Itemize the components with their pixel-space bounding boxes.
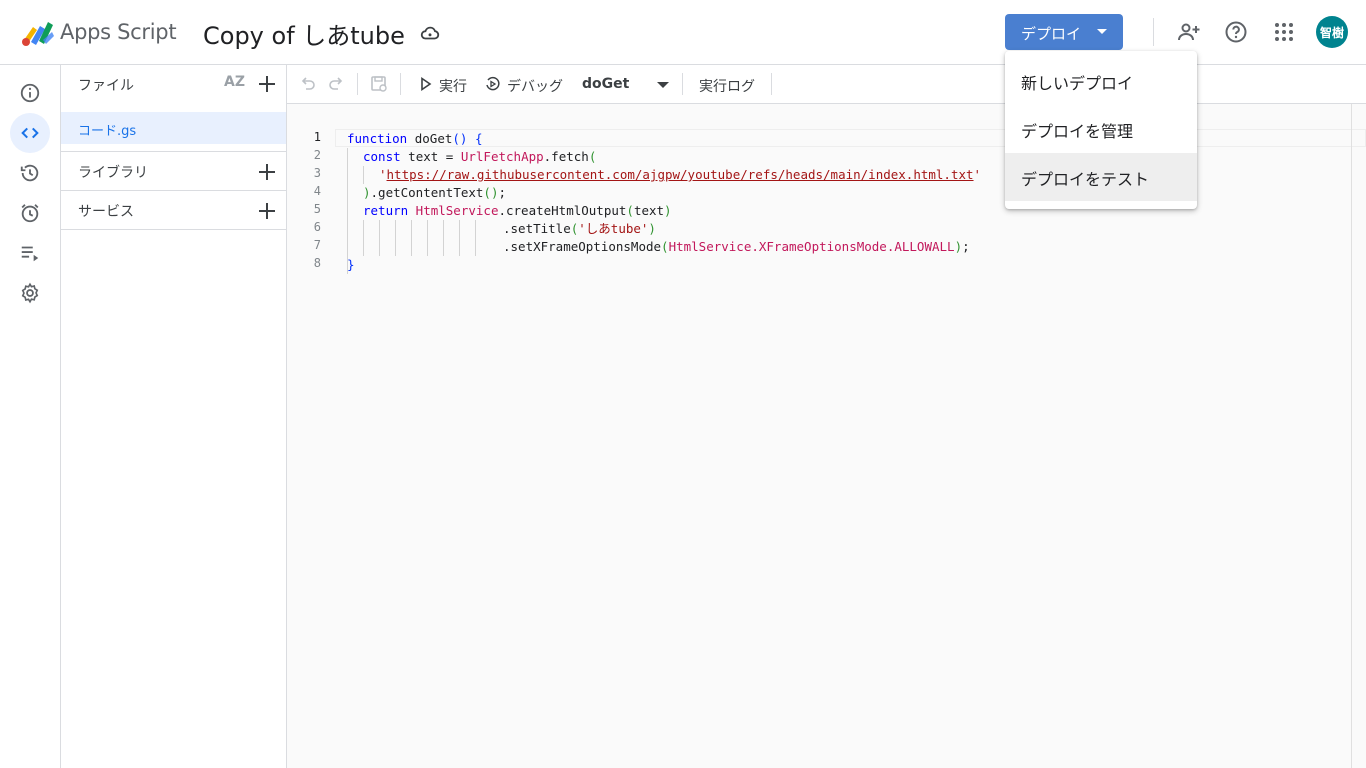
menu-item-label: 新しいデプロイ: [1021, 74, 1134, 93]
debug-button[interactable]: デバッグ: [507, 76, 563, 96]
toolbar-divider: [771, 73, 772, 95]
triggers-nav[interactable]: [10, 193, 50, 233]
avatar[interactable]: 智樹: [1316, 16, 1348, 48]
left-nav-rail: [0, 65, 61, 768]
code-line-5: return HtmlService.createHtmlOutput(text…: [363, 203, 672, 218]
code-line-1: function doGet() {: [347, 131, 483, 146]
indent-guide: [395, 220, 396, 256]
caret-down-icon: [1097, 29, 1107, 34]
debug-icon: [486, 76, 500, 91]
alarm-clock-icon: [21, 204, 39, 223]
overview-nav[interactable]: [10, 73, 50, 113]
settings-nav[interactable]: [10, 273, 50, 313]
code-line-2: const text = UrlFetchApp.fetch(: [363, 149, 597, 164]
indent-guide: [379, 220, 380, 256]
file-name: コード.gs: [78, 124, 137, 139]
menu-item-manage-deployments[interactable]: デプロイを管理: [1005, 105, 1197, 153]
indent-guide: [443, 220, 444, 256]
section-divider: [61, 229, 286, 230]
execution-log-button[interactable]: 実行ログ: [699, 76, 755, 96]
libraries-label: ライブラリ: [78, 165, 148, 181]
code-editor[interactable]: 1 2 3 4 5 6 7 8 function doGet() { const…: [287, 104, 1366, 768]
indent-guide: [475, 220, 476, 256]
url-link: https://raw.githubusercontent.com/ajgpw/…: [386, 167, 974, 182]
app-name[interactable]: Apps Script: [60, 20, 177, 44]
history-icon: [20, 164, 39, 182]
help-icon[interactable]: [1224, 20, 1248, 44]
menu-item-label: デプロイを管理: [1021, 122, 1134, 141]
line-number: 5: [313, 202, 321, 216]
share-add-person-icon[interactable]: [1177, 20, 1201, 44]
files-header: ファイル AZ: [61, 65, 286, 103]
code-icon: [21, 127, 39, 139]
line-number: 2: [313, 148, 321, 162]
services-section: サービス: [61, 190, 286, 229]
indent-guide: [459, 220, 460, 256]
code-line-8: }: [347, 257, 355, 272]
sort-az-icon[interactable]: AZ: [224, 74, 245, 90]
toolbar-divider: [400, 73, 401, 95]
libraries-section: ライブラリ: [61, 151, 286, 190]
line-number: 4: [313, 184, 321, 198]
editor-scrollbar[interactable]: [1351, 104, 1352, 768]
services-label: サービス: [78, 204, 134, 220]
code-content[interactable]: function doGet() { const text = UrlFetch…: [347, 130, 981, 280]
current-line-highlight: [335, 129, 1366, 147]
code-line-4: ).getContentText();: [363, 185, 507, 200]
file-item-code-gs[interactable]: コード.gs: [61, 112, 286, 144]
chevron-down-icon[interactable]: [657, 82, 669, 88]
add-service-plus-icon[interactable]: [257, 201, 277, 221]
code-line-7: .setXFrameOptionsMode(HtmlService.XFrame…: [503, 239, 970, 254]
line-number: 1: [313, 130, 321, 144]
executions-nav[interactable]: [10, 233, 50, 273]
info-icon: [20, 83, 40, 103]
playlist-play-icon: [21, 246, 39, 262]
play-icon: [421, 77, 432, 91]
files-panel: ファイル AZ コード.gs ライブラリ サービス: [61, 65, 287, 768]
save-icon[interactable]: [370, 75, 388, 93]
files-title: ファイル: [78, 78, 134, 94]
apps-grid-icon[interactable]: [1272, 20, 1296, 44]
line-number: 6: [313, 220, 321, 234]
toolbar-divider: [357, 73, 358, 95]
deploy-dropdown-menu: 新しいデプロイ デプロイを管理 デプロイをテスト: [1005, 51, 1197, 209]
apps-script-logo-icon[interactable]: [21, 18, 55, 48]
run-button[interactable]: 実行: [439, 76, 467, 96]
line-number: 7: [313, 238, 321, 252]
project-title[interactable]: Copy of しあtube: [203, 16, 405, 51]
toolbar-divider: [682, 73, 683, 95]
function-select[interactable]: doGet: [582, 76, 629, 92]
history-nav[interactable]: [10, 153, 50, 193]
header-divider: [1153, 18, 1154, 46]
undo-icon[interactable]: [299, 75, 317, 93]
menu-item-label: デプロイをテスト: [1021, 170, 1150, 189]
add-library-plus-icon[interactable]: [257, 162, 277, 182]
editor-toolbar: 実行 デバッグ doGet 実行ログ: [287, 65, 1366, 104]
line-number: 8: [313, 256, 321, 270]
code-line-3: 'https://raw.githubusercontent.com/ajgpw…: [379, 167, 982, 182]
deploy-button[interactable]: デプロイ: [1005, 14, 1123, 50]
menu-item-new-deployment[interactable]: 新しいデプロイ: [1005, 57, 1197, 105]
editor-nav[interactable]: [10, 113, 50, 153]
indent-guide: [411, 220, 412, 256]
menu-item-test-deployments[interactable]: デプロイをテスト: [1005, 153, 1197, 201]
redo-icon[interactable]: [327, 75, 345, 93]
code-line-6: .setTitle('しあtube'): [503, 221, 656, 236]
deploy-label: デプロイ: [1021, 25, 1082, 43]
cloud-saved-icon: [420, 26, 440, 40]
line-number: 3: [313, 166, 321, 180]
add-file-plus-icon[interactable]: [257, 74, 277, 94]
gear-icon: [21, 282, 39, 304]
indent-guide: [427, 220, 428, 256]
